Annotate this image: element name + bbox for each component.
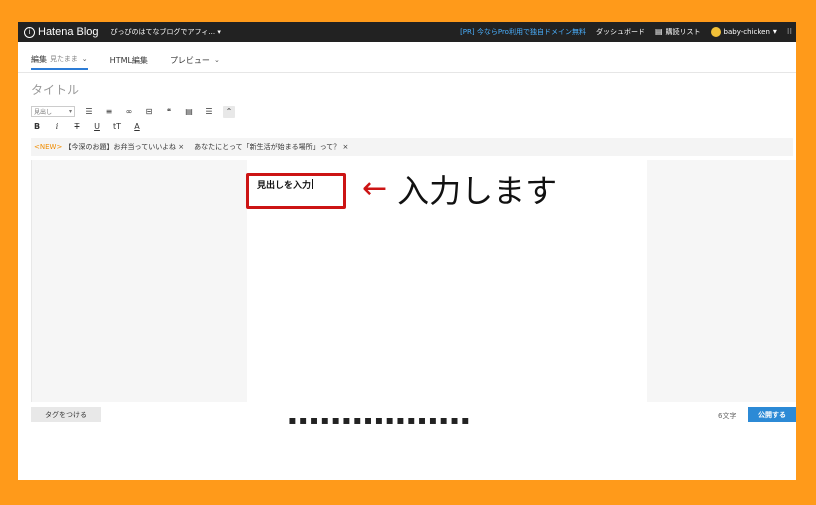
hatena-logo-icon: i: [24, 26, 35, 38]
chevron-down-icon: ▾: [772, 27, 777, 36]
underline-icon[interactable]: U: [91, 121, 103, 133]
dashboard-link[interactable]: ダッシュボード: [596, 27, 645, 37]
format-select[interactable]: 見出し ▾: [31, 106, 75, 117]
add-tag-button[interactable]: タグをつける: [31, 407, 101, 422]
text-color-icon[interactable]: A: [131, 121, 143, 133]
tab-html-label: HTML編集: [109, 55, 148, 65]
logo-text: Hatena Blog: [38, 26, 99, 38]
chevron-down-icon: ▾: [68, 108, 72, 115]
tab-preview-label: プレビュー: [169, 55, 210, 65]
pro-promo-link[interactable]: [PR] 今ならPro利用で独自ドメイン無料: [460, 27, 586, 37]
new-badge: <NEW>: [34, 143, 63, 151]
toolbar-row-2: B i T U tT A: [31, 119, 793, 134]
chevron-down-icon: ⌄: [81, 55, 88, 63]
user-avatar: [710, 27, 721, 37]
link-icon[interactable]: ∞: [123, 106, 135, 118]
top-navigation-bar: i Hatena Blog ぴっぴのはてなブログでアフィ... ▾ [PR] 今…: [18, 22, 796, 42]
tab-preview[interactable]: プレビュー ⌄: [170, 50, 220, 70]
annotation-callout: ← 入力します: [362, 166, 557, 212]
tab-html-edit[interactable]: HTML編集: [110, 50, 148, 70]
bold-icon[interactable]: B: [31, 121, 43, 133]
scroll-artifact: ▮▮▮▮▮▮▮▮▮▮▮▮▮▮▮▮▮: [288, 418, 528, 426]
publish-button[interactable]: 公開する: [748, 407, 796, 422]
close-icon[interactable]: ×: [178, 143, 184, 151]
table-icon[interactable]: ▤: [183, 106, 195, 118]
bullet-list-icon[interactable]: ☰: [83, 106, 95, 118]
screenshot-frame: i Hatena Blog ぴっぴのはてなブログでアフィ... ▾ [PR] 今…: [18, 22, 796, 480]
char-count: 6文字: [718, 412, 737, 420]
reading-list-label: 購読リスト: [665, 28, 701, 36]
numbered-list-icon[interactable]: ≡: [103, 106, 115, 118]
username-label: baby-chicken: [723, 28, 770, 36]
formatting-toolbar: 見出し ▾ ☰ ≡ ∞ ⊟ ❝ ▤ ☰ ⌃ B i T U tT A: [31, 104, 793, 134]
tab-edit-sub: 見たまま: [50, 55, 78, 63]
suggestion-item-2[interactable]: あなたにとって「新生活が始まる場所」って？ ×: [194, 142, 348, 152]
close-icon[interactable]: ×: [343, 143, 349, 151]
highlight-box: [246, 173, 346, 209]
font-size-icon[interactable]: tT: [111, 121, 123, 133]
blog-name-label: ぴっぴのはてなブログでアフィ...: [110, 28, 216, 36]
collapse-toolbar-icon[interactable]: ⌃: [223, 105, 235, 118]
reading-list-icon: ▤: [654, 27, 663, 36]
suggestion-label-1: 【今深のお題】お弁当っていいよね: [64, 143, 177, 151]
tab-edit[interactable]: 編集 見たまま ⌄: [31, 50, 88, 70]
horizontal-rule-icon[interactable]: ⊟: [143, 106, 155, 118]
hatena-blog-logo[interactable]: i Hatena Blog: [24, 26, 99, 38]
blog-name-dropdown[interactable]: ぴっぴのはてなブログでアフィ... ▾: [111, 27, 221, 37]
quote-icon[interactable]: ❝: [163, 106, 175, 118]
app-menu-button[interactable]: ⁝⁝: [787, 28, 792, 36]
strikethrough-icon[interactable]: T: [71, 121, 83, 133]
chevron-down-icon: ⌄: [213, 56, 220, 64]
editor-mode-tabs: 編集 見たまま ⌄ HTML編集 プレビュー ⌄: [31, 50, 220, 70]
tab-edit-label: 編集: [31, 54, 47, 64]
suggestion-item-1[interactable]: <NEW> 【今深のお題】お弁当っていいよね ×: [34, 142, 184, 152]
toolbar-row-1: 見出し ▾ ☰ ≡ ∞ ⊟ ❝ ▤ ☰ ⌃: [31, 104, 793, 119]
format-select-value: 見出し: [34, 109, 53, 116]
title-input[interactable]: [31, 80, 793, 100]
left-arrow-icon: ←: [362, 171, 388, 206]
grid-icon: ⁝⁝: [786, 27, 792, 36]
suggestion-label-2: あなたにとって「新生活が始まる場所」って？: [194, 143, 341, 151]
annotation-text: 入力します: [397, 172, 558, 210]
italic-icon[interactable]: i: [51, 121, 63, 133]
more-icon[interactable]: ☰: [203, 106, 215, 118]
topic-suggestion-bar: <NEW> 【今深のお題】お弁当っていいよね × あなたにとって「新生活が始まる…: [31, 138, 793, 156]
tabs-divider: [18, 72, 796, 73]
topbar-right-group: [PR] 今ならPro利用で独自ドメイン無料 ダッシュボード ▤ 購読リスト b…: [460, 27, 796, 37]
user-menu[interactable]: baby-chicken ▾: [710, 27, 777, 37]
reading-list-link[interactable]: ▤ 購読リスト: [655, 27, 701, 37]
